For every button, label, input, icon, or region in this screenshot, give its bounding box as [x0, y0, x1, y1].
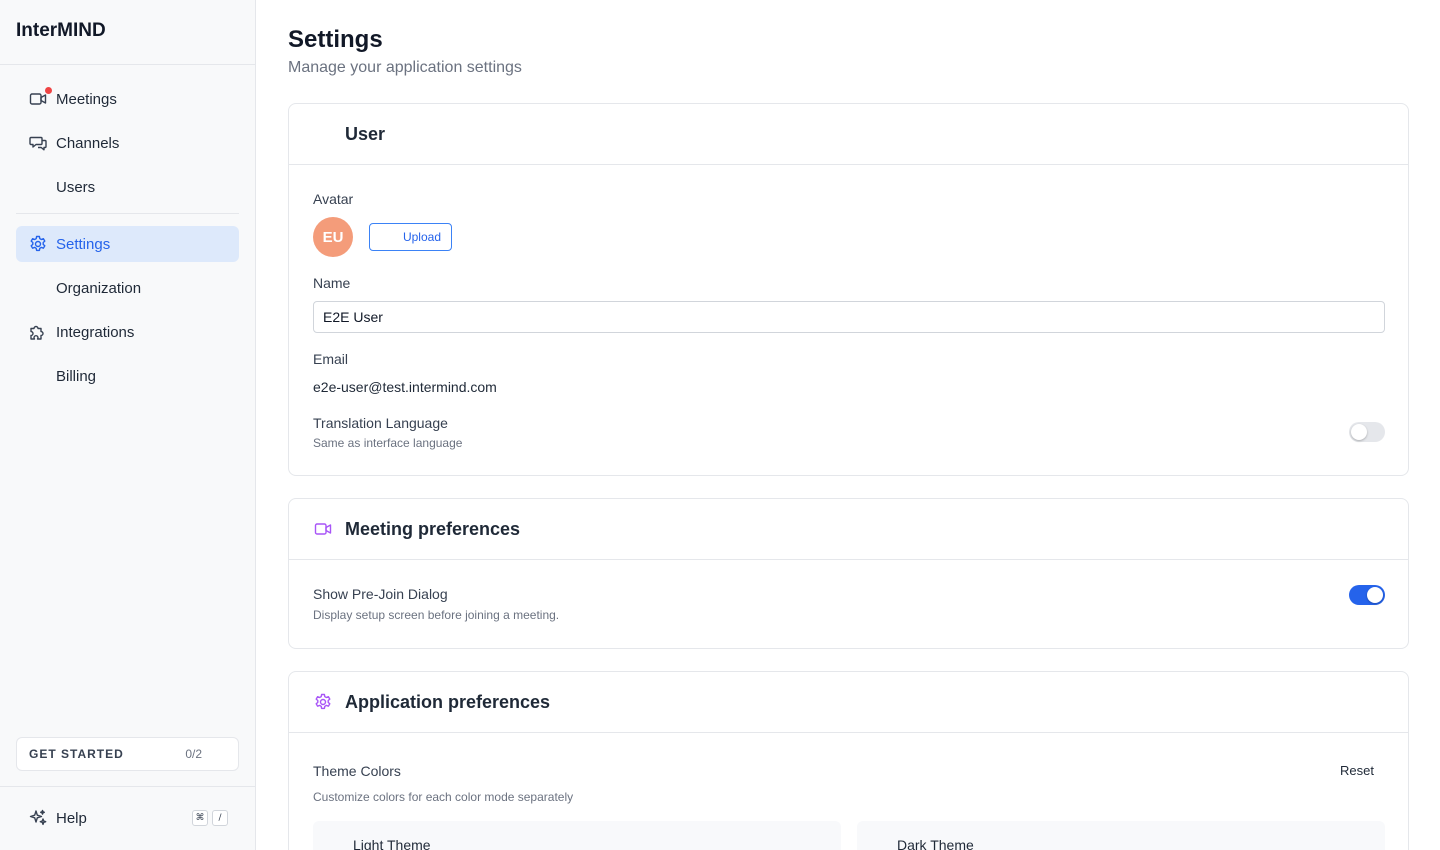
gear-icon	[28, 234, 48, 254]
name-input[interactable]	[313, 301, 1385, 333]
light-theme-panel[interactable]: Light Theme	[313, 821, 841, 850]
application-preferences-card: Application preferences Theme Colors Res…	[288, 671, 1409, 850]
sidebar-item-organization[interactable]: Organization	[16, 270, 239, 306]
kbd-slash: /	[212, 810, 228, 826]
sidebar-item-billing[interactable]: Billing	[16, 358, 239, 394]
chat-bubbles-icon	[28, 133, 48, 153]
sidebar-item-channels[interactable]: Channels	[16, 125, 239, 161]
translation-language-desc: Same as interface language	[313, 436, 463, 450]
puzzle-icon	[28, 322, 48, 342]
upload-avatar-button[interactable]: Upload	[369, 223, 452, 251]
sparkles-icon	[28, 808, 48, 828]
user-card: User Avatar EU Upload Name Email e2e-use…	[288, 103, 1409, 476]
user-icon	[313, 124, 333, 144]
brand-logo[interactable]: InterMIND	[0, 0, 255, 65]
gear-icon	[313, 692, 333, 712]
theme-colors-desc: Customize colors for each color mode sep…	[313, 790, 574, 804]
toggle-knob	[1351, 424, 1367, 440]
sidebar-item-label: Meetings	[56, 90, 117, 108]
meeting-card-title: Meeting preferences	[345, 518, 521, 539]
help-label: Help	[56, 809, 87, 827]
nav-divider	[16, 213, 239, 214]
notification-dot	[45, 87, 52, 94]
get-started-button[interactable]: GET STARTED 0/2	[16, 737, 239, 771]
page-subtitle: Manage your application settings	[288, 59, 522, 76]
dark-theme-panel[interactable]: Dark Theme	[857, 821, 1385, 850]
reset-theme-button[interactable]: Reset	[1340, 763, 1374, 778]
prejoin-dialog-desc: Display setup screen before joining a me…	[313, 608, 560, 622]
meeting-card-header: Meeting preferences	[289, 499, 1408, 560]
get-started-label: GET STARTED	[29, 747, 124, 761]
app-card-title: Application preferences	[345, 691, 551, 712]
sidebar-item-label: Billing	[56, 367, 97, 385]
prejoin-dialog-toggle[interactable]	[1349, 585, 1385, 605]
name-label: Name	[313, 275, 351, 291]
main-content: Settings Manage your application setting…	[288, 0, 1409, 850]
sidebar-nav: Meetings Channels Users Settings Organiz…	[0, 65, 255, 394]
app-card-header: Application preferences	[289, 672, 1408, 733]
sidebar-item-meetings[interactable]: Meetings	[16, 81, 239, 117]
toggle-knob	[1367, 587, 1383, 603]
user-card-header: User	[289, 104, 1408, 165]
sidebar-item-label: Settings	[56, 235, 111, 253]
sidebar: InterMIND Meetings Channels Users Settin…	[0, 0, 256, 850]
sidebar-item-settings[interactable]: Settings	[16, 226, 239, 262]
video-camera-icon	[313, 519, 333, 539]
light-theme-label: Light Theme	[353, 837, 431, 850]
sidebar-item-users[interactable]: Users	[16, 169, 239, 205]
email-value: e2e-user@test.intermind.com	[313, 379, 497, 395]
prejoin-dialog-label: Show Pre-Join Dialog	[313, 586, 448, 602]
sidebar-item-label: Organization	[56, 279, 142, 297]
page-title: Settings	[288, 26, 383, 53]
user-card-title: User	[345, 123, 386, 144]
sidebar-item-label: Integrations	[56, 323, 135, 341]
video-camera-icon	[28, 87, 52, 109]
translation-language-toggle[interactable]	[1349, 422, 1385, 442]
sidebar-item-label: Channels	[56, 134, 120, 152]
theme-colors-label: Theme Colors	[313, 763, 401, 779]
meeting-preferences-card: Meeting preferences Show Pre-Join Dialog…	[288, 498, 1409, 649]
sidebar-item-label: Users	[56, 178, 96, 196]
help-button[interactable]: Help ⌘ /	[28, 807, 228, 829]
avatar: EU	[313, 217, 353, 257]
get-started-count: 0/2	[185, 747, 202, 761]
email-label: Email	[313, 351, 349, 367]
sidebar-item-integrations[interactable]: Integrations	[16, 314, 239, 350]
dark-theme-label: Dark Theme	[897, 837, 974, 850]
kbd-cmd: ⌘	[192, 810, 208, 826]
sidebar-bottom-divider	[0, 786, 255, 787]
avatar-label: Avatar	[313, 191, 354, 207]
help-shortcut: ⌘ /	[192, 810, 228, 826]
translation-language-label: Translation Language	[313, 415, 448, 431]
